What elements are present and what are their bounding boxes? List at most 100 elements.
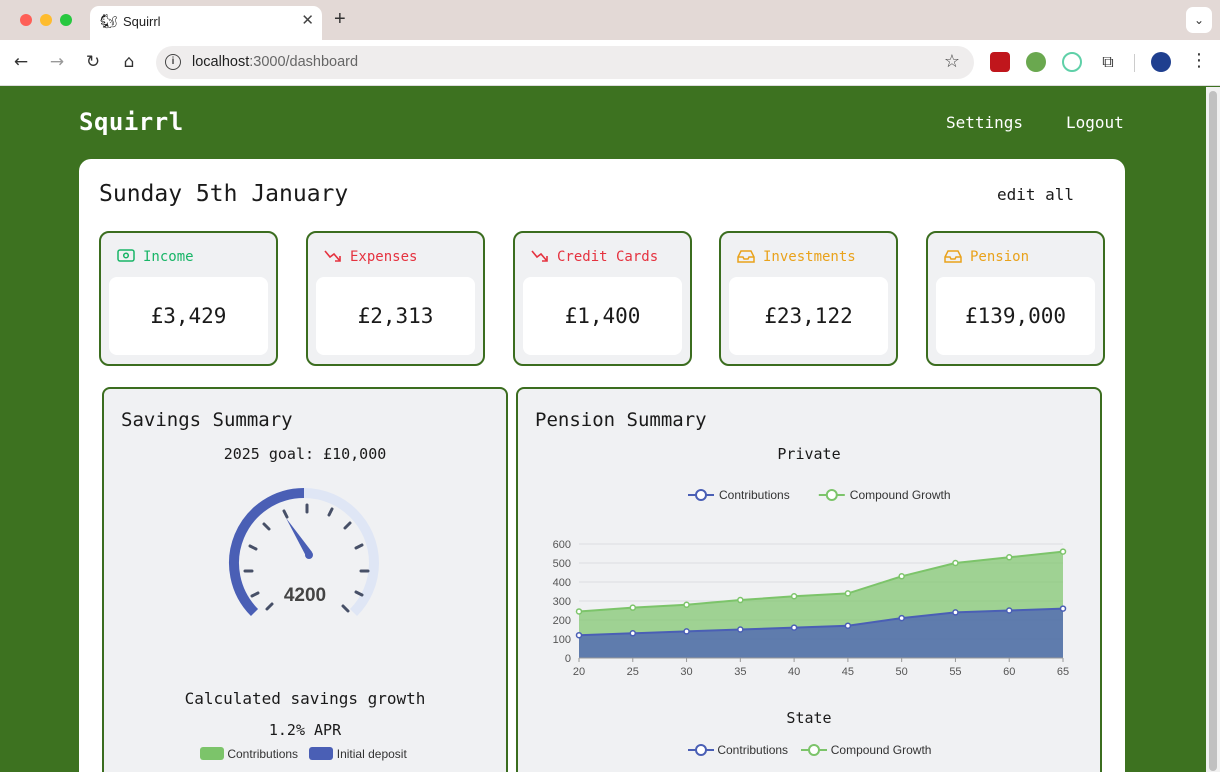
y-tick-label: 100 bbox=[553, 634, 571, 646]
window-minimize-button[interactable] bbox=[40, 14, 52, 26]
edit-all-button[interactable]: edit all bbox=[997, 185, 1074, 204]
stat-label: Income bbox=[143, 249, 194, 265]
scrollbar-thumb[interactable] bbox=[1209, 91, 1217, 771]
trend-down-icon bbox=[324, 250, 341, 262]
stat-expenses[interactable]: Expenses £2,313 bbox=[306, 231, 485, 366]
x-tick-label: 65 bbox=[1057, 666, 1069, 678]
savings-summary-title: Savings Summary bbox=[121, 409, 293, 431]
data-point bbox=[629, 630, 637, 637]
stat-value: £2,313 bbox=[316, 277, 475, 355]
savings-legend: Contributions Initial deposit bbox=[200, 747, 407, 761]
stat-value: £1,400 bbox=[523, 277, 682, 355]
stat-label: Pension bbox=[970, 249, 1030, 265]
stat-label: Investments bbox=[763, 249, 856, 265]
forward-arrow-icon[interactable]: → bbox=[46, 52, 68, 72]
legend-swatch-contributions bbox=[200, 747, 224, 760]
data-point bbox=[1005, 607, 1013, 614]
stat-pension[interactable]: Pension £139,000 bbox=[926, 231, 1105, 366]
data-point bbox=[1059, 548, 1067, 555]
state-chart-title: State bbox=[786, 709, 832, 727]
page-title-date: Sunday 5th January bbox=[99, 181, 349, 207]
stat-value: £3,429 bbox=[109, 277, 268, 355]
squirrel-favicon-icon: 🐿 bbox=[100, 13, 118, 29]
x-tick-label: 25 bbox=[627, 666, 639, 678]
trend-down-icon bbox=[531, 250, 548, 262]
home-icon[interactable]: ⌂ bbox=[118, 52, 140, 72]
stat-income[interactable]: Income £3,429 bbox=[99, 231, 278, 366]
data-point bbox=[737, 626, 744, 633]
y-tick-label: 300 bbox=[553, 596, 571, 608]
gauge-value: 4200 bbox=[283, 585, 327, 606]
stat-credit-cards[interactable]: Credit Cards £1,400 bbox=[513, 231, 692, 366]
data-point bbox=[898, 573, 905, 580]
data-point bbox=[952, 609, 959, 616]
stat-investments[interactable]: Investments £23,122 bbox=[719, 231, 898, 366]
legend-marker-1 bbox=[825, 489, 838, 501]
brand-logo[interactable]: Squirrl bbox=[79, 108, 184, 136]
stat-label: Credit Cards bbox=[557, 249, 659, 265]
data-point bbox=[575, 631, 583, 639]
nav-settings-link[interactable]: Settings bbox=[946, 113, 1023, 132]
x-tick-label: 55 bbox=[949, 666, 961, 678]
x-tick-label: 20 bbox=[573, 666, 585, 678]
x-tick-label: 45 bbox=[842, 666, 854, 678]
savings-summary-panel: Savings Summary 2025 goal: £10,000 4200 … bbox=[102, 387, 508, 772]
data-point bbox=[683, 601, 690, 609]
reload-icon[interactable]: ↻ bbox=[82, 52, 104, 72]
stat-value: £139,000 bbox=[936, 277, 1095, 355]
data-point bbox=[790, 593, 798, 600]
extension-red-icon[interactable] bbox=[990, 52, 1010, 72]
nav-logout-link[interactable]: Logout bbox=[1066, 113, 1124, 132]
legend-swatch-initial-deposit bbox=[309, 747, 334, 760]
data-point bbox=[790, 624, 798, 631]
legend-label: Contributions bbox=[719, 488, 790, 502]
tab-close-icon[interactable]: ✕ bbox=[301, 11, 314, 29]
new-tab-button[interactable]: + bbox=[334, 8, 346, 31]
y-tick-label: 600 bbox=[553, 539, 571, 551]
data-point bbox=[1059, 605, 1067, 612]
y-tick-label: 200 bbox=[553, 615, 571, 627]
legend-label-initial-deposit[interactable]: Initial deposit bbox=[337, 747, 407, 761]
data-point bbox=[898, 614, 905, 622]
data-point bbox=[629, 604, 637, 611]
private-chart-title: Private bbox=[777, 445, 841, 463]
legend-label-contributions[interactable]: Contributions bbox=[717, 743, 788, 757]
extension-frog-icon[interactable] bbox=[1026, 52, 1046, 72]
y-tick-label: 400 bbox=[553, 577, 571, 589]
x-tick-label: 50 bbox=[896, 666, 908, 678]
extension-target-icon[interactable] bbox=[1062, 52, 1082, 72]
address-toolbar: ← → ↻ ⌂ i localhost:3000/dashboard ☆ ⧉ ⋮ bbox=[0, 40, 1220, 86]
tab-title: Squirrl bbox=[123, 14, 161, 29]
bookmark-star-icon[interactable]: ☆ bbox=[944, 51, 960, 72]
browser-tab-bar: 🐿 Squirrl ✕ + ⌄ bbox=[0, 0, 1220, 40]
tab-search-button[interactable]: ⌄ bbox=[1186, 7, 1212, 33]
profile-avatar[interactable] bbox=[1151, 52, 1171, 72]
browser-menu-icon[interactable]: ⋮ bbox=[1190, 50, 1208, 71]
cash-icon bbox=[117, 249, 135, 262]
legend-label-compound-growth[interactable]: Compound Growth bbox=[831, 743, 932, 757]
pension-summary-panel: Pension Summary Private Contributions Com… bbox=[516, 387, 1102, 772]
url-text: localhost:3000/dashboard bbox=[192, 54, 359, 70]
savings-apr-text: 1.2% APR bbox=[268, 721, 342, 739]
stat-label: Expenses bbox=[350, 249, 418, 265]
savings-gauge bbox=[229, 488, 379, 617]
state-chart-legend: Contributions Compound Growth bbox=[688, 743, 931, 757]
legend-marker-compound-growth bbox=[801, 744, 828, 756]
extensions-puzzle-icon[interactable]: ⧉ bbox=[1098, 52, 1118, 72]
back-arrow-icon[interactable]: ← bbox=[10, 52, 32, 72]
y-tick-label: 0 bbox=[565, 653, 571, 665]
browser-tab[interactable]: 🐿 Squirrl ✕ bbox=[90, 6, 322, 40]
tray-icon bbox=[737, 250, 755, 263]
data-point bbox=[575, 608, 583, 615]
site-info-icon[interactable]: i bbox=[165, 54, 181, 70]
window-close-button[interactable] bbox=[20, 14, 32, 26]
data-point bbox=[952, 559, 959, 567]
page-scrollbar[interactable] bbox=[1206, 87, 1220, 772]
legend-label-contributions[interactable]: Contributions bbox=[227, 747, 298, 761]
y-tick-label: 500 bbox=[553, 558, 571, 570]
data-point bbox=[1005, 554, 1013, 561]
savings-goal-text: 2025 goal: £10,000 bbox=[223, 445, 387, 463]
address-bar[interactable]: i localhost:3000/dashboard ☆ bbox=[156, 46, 974, 79]
window-zoom-button[interactable] bbox=[60, 14, 72, 26]
stat-value: £23,122 bbox=[729, 277, 888, 355]
